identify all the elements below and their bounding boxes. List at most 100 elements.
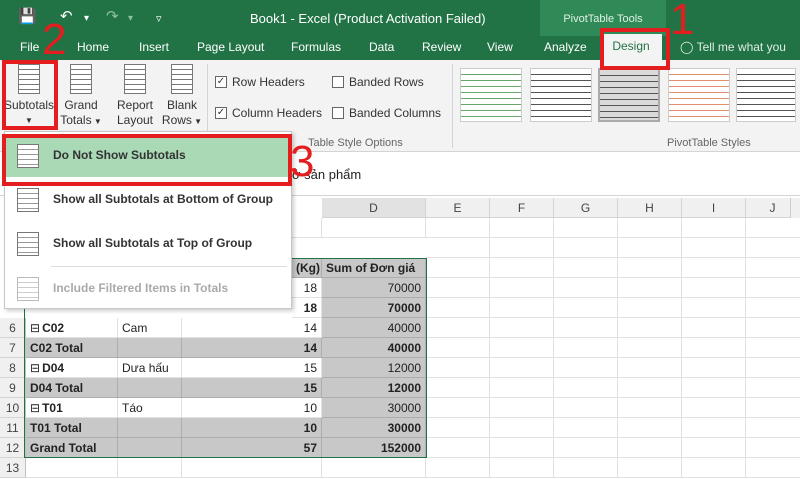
cell[interactable]	[490, 438, 554, 458]
cell[interactable]	[554, 238, 618, 258]
cell[interactable]	[682, 418, 746, 438]
pivot-row-label[interactable]: ⊟ C02	[26, 318, 118, 338]
cell[interactable]	[490, 338, 554, 358]
cell[interactable]	[554, 298, 618, 318]
tab-analyze[interactable]: Analyze	[544, 40, 587, 54]
pivot-row-label[interactable]: D04 Total	[26, 378, 118, 398]
redo-icon[interactable]: ↷	[106, 8, 119, 26]
cell[interactable]	[618, 318, 682, 338]
cell[interactable]: 70000	[322, 278, 426, 298]
cell[interactable]	[618, 218, 682, 238]
cell[interactable]: 12000	[322, 378, 426, 398]
row-headers-checkbox[interactable]: ✓ Row Headers	[215, 75, 305, 89]
cell[interactable]	[426, 218, 490, 238]
cell[interactable]	[746, 358, 800, 378]
tab-home[interactable]: Home	[77, 40, 109, 54]
cell[interactable]	[682, 298, 746, 318]
pivot-style-swatch-selected[interactable]	[598, 68, 660, 122]
cell[interactable]	[746, 298, 800, 318]
save-icon[interactable]: 💾	[18, 8, 37, 26]
cell[interactable]	[618, 278, 682, 298]
cell[interactable]	[554, 418, 618, 438]
cell[interactable]	[682, 458, 746, 478]
blank-rows-button[interactable]: Blank Rows ▼	[160, 64, 204, 129]
cell[interactable]	[426, 238, 490, 258]
cell[interactable]	[426, 298, 490, 318]
cell[interactable]	[682, 438, 746, 458]
cell[interactable]: 14	[182, 338, 322, 358]
cell[interactable]: 40000	[322, 318, 426, 338]
cell[interactable]: Dưa hấu	[118, 358, 182, 378]
row-header[interactable]: 11	[0, 418, 26, 438]
cell[interactable]: 18	[292, 278, 322, 298]
cell[interactable]	[682, 398, 746, 418]
cell[interactable]	[490, 298, 554, 318]
cell[interactable]	[490, 278, 554, 298]
pivot-row-label[interactable]: Grand Total	[26, 438, 118, 458]
cell[interactable]: 14	[182, 318, 322, 338]
cell[interactable]	[426, 318, 490, 338]
cell[interactable]	[746, 318, 800, 338]
cell[interactable]: 57	[182, 438, 322, 458]
cell[interactable]: Cam	[118, 318, 182, 338]
cell[interactable]	[746, 418, 800, 438]
cell[interactable]	[426, 398, 490, 418]
cell[interactable]: 40000	[322, 338, 426, 358]
cell[interactable]: 18	[292, 298, 322, 318]
cell[interactable]	[682, 318, 746, 338]
pivot-row-label[interactable]: C02 Total	[26, 338, 118, 358]
cell[interactable]	[746, 338, 800, 358]
pivot-header-d[interactable]: Sum of Đơn giá	[322, 258, 426, 278]
cell[interactable]: 10	[182, 398, 322, 418]
cell[interactable]	[618, 298, 682, 318]
pivot-row-label[interactable]: T01 Total	[26, 418, 118, 438]
cell[interactable]	[618, 398, 682, 418]
cell[interactable]	[118, 458, 182, 478]
cell[interactable]	[682, 358, 746, 378]
chevron-down-icon[interactable]: ▾	[84, 10, 89, 28]
cell[interactable]: 30000	[322, 398, 426, 418]
cell[interactable]	[554, 458, 618, 478]
pivot-row-label[interactable]: ⊟ T01	[26, 398, 118, 418]
cell[interactable]	[182, 458, 322, 478]
cell[interactable]	[746, 278, 800, 298]
grand-totals-button[interactable]: Grand Totals ▼	[58, 64, 104, 129]
cell[interactable]	[746, 238, 800, 258]
cell[interactable]	[746, 218, 800, 238]
cell[interactable]	[554, 398, 618, 418]
row-header[interactable]: 8	[0, 358, 26, 378]
collapse-icon[interactable]: ⊟	[30, 401, 40, 415]
cell[interactable]: 10	[182, 418, 322, 438]
cell[interactable]	[746, 258, 800, 278]
cell[interactable]	[618, 258, 682, 278]
column-header-e[interactable]: E	[426, 198, 490, 218]
column-header-i[interactable]: I	[682, 198, 746, 218]
pivot-style-swatch[interactable]	[668, 68, 730, 122]
cell[interactable]	[118, 378, 182, 398]
cell[interactable]	[554, 438, 618, 458]
cell[interactable]	[682, 218, 746, 238]
cell[interactable]: 15	[182, 358, 322, 378]
menu-item-subtotals-top[interactable]: Show all Subtotals at Top of Group	[5, 223, 291, 265]
tab-review[interactable]: Review	[422, 40, 461, 54]
cell[interactable]	[490, 318, 554, 338]
row-header[interactable]: 12	[0, 438, 26, 458]
cell[interactable]	[426, 378, 490, 398]
cell[interactable]	[426, 418, 490, 438]
scrollbar[interactable]	[790, 198, 800, 218]
cell[interactable]	[490, 398, 554, 418]
cell[interactable]	[118, 338, 182, 358]
collapse-icon[interactable]: ⊟	[30, 361, 40, 375]
cell[interactable]	[618, 458, 682, 478]
cell[interactable]	[746, 458, 800, 478]
column-header-g[interactable]: G	[554, 198, 618, 218]
cell[interactable]	[490, 378, 554, 398]
banded-rows-checkbox[interactable]: Banded Rows	[332, 75, 424, 89]
cell[interactable]: 152000	[322, 438, 426, 458]
cell[interactable]	[426, 278, 490, 298]
cell[interactable]	[490, 258, 554, 278]
pivot-style-swatch[interactable]	[530, 68, 592, 122]
cell[interactable]: 15	[182, 378, 322, 398]
cell[interactable]	[490, 238, 554, 258]
cell[interactable]	[554, 358, 618, 378]
